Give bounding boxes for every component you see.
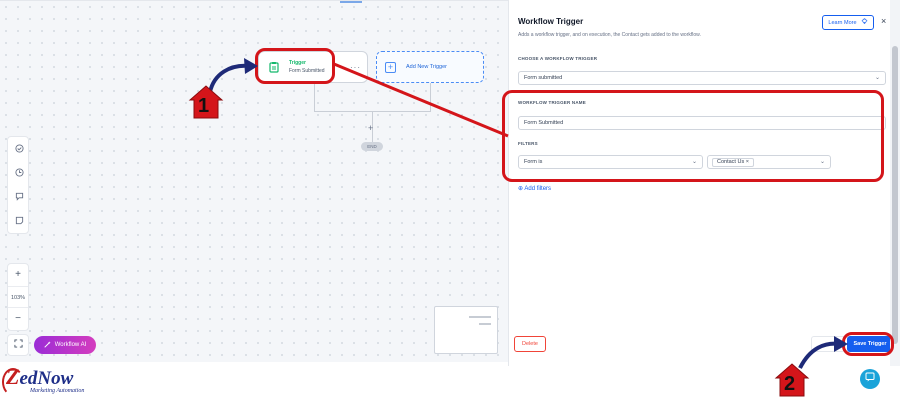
panel-title: Workflow Trigger [518,17,584,26]
secondary-button[interactable] [811,336,845,352]
zednow-logo: ZedNow Marketing Automation [0,364,120,400]
note-icon[interactable] [8,211,30,233]
learn-more-button[interactable]: Learn More [822,15,874,30]
add-new-trigger-label: Add New Trigger [406,64,447,70]
fit-view-button[interactable] [7,334,29,356]
connector-line [314,83,315,111]
trigger-type-value: Form submitted [524,75,563,81]
canvas-top-indicator [340,1,362,3]
workflow-ai-label: Workflow AI [54,342,87,348]
panel-scrollbar[interactable] [890,0,900,366]
lightbulb-icon [861,18,868,27]
ellipsis-icon[interactable]: ··· [350,63,361,72]
add-new-trigger-node[interactable]: + Add New Trigger [376,51,484,83]
minimap[interactable] [434,306,498,354]
zoom-controls: + 103% − [7,263,29,331]
chevron-down-icon: ⌄ [874,75,880,81]
delete-button[interactable]: Delete [514,336,546,352]
zoom-in-button[interactable]: + [8,264,28,286]
logo-tagline: Marketing Automation [30,388,85,394]
chat-icon [865,372,875,384]
highlight-trigger-settings [502,90,884,182]
minimap-node [469,316,491,318]
add-step-button[interactable]: + [368,123,373,133]
scrollbar-thumb[interactable] [892,46,898,344]
check-circle-icon[interactable] [8,139,30,161]
comment-icon[interactable] [8,187,30,209]
minimap-node [479,323,491,325]
choose-trigger-label: CHOOSE A WORKFLOW TRIGGER [518,56,598,61]
end-node: END [361,142,383,151]
clock-icon[interactable] [8,163,30,185]
plus-square-icon: + [385,61,396,73]
learn-more-label: Learn More [828,19,857,26]
chat-widget-button[interactable] [860,369,880,389]
step-number-1: 1 [198,95,210,117]
add-filters-link[interactable]: ⊕ Add filters [518,185,551,192]
highlight-save-button [842,332,894,356]
wand-icon [44,340,51,350]
close-icon[interactable]: × [881,16,886,26]
logo-brand: ZedNow [6,364,74,389]
zoom-out-button[interactable]: − [8,308,28,330]
panel-description: Adds a workflow trigger, and on executio… [518,32,701,38]
expand-icon [13,339,23,350]
canvas-toolbar [7,136,29,234]
zoom-level: 103% [8,286,28,308]
highlight-trigger-node [255,48,335,84]
connector-line [430,83,431,111]
workflow-trigger-panel: Workflow Trigger Adds a workflow trigger… [508,0,893,366]
plus-circle-icon: ⊕ [518,186,524,192]
workflow-ai-button[interactable]: Workflow AI [34,336,96,354]
add-filters-label: Add filters [524,186,552,192]
step-number-2: 2 [784,373,796,395]
workflow-canvas[interactable]: Trigger Form Submitted ··· + Add New Tri… [0,0,508,362]
trigger-type-select[interactable]: Form submitted ⌄ [518,71,886,85]
